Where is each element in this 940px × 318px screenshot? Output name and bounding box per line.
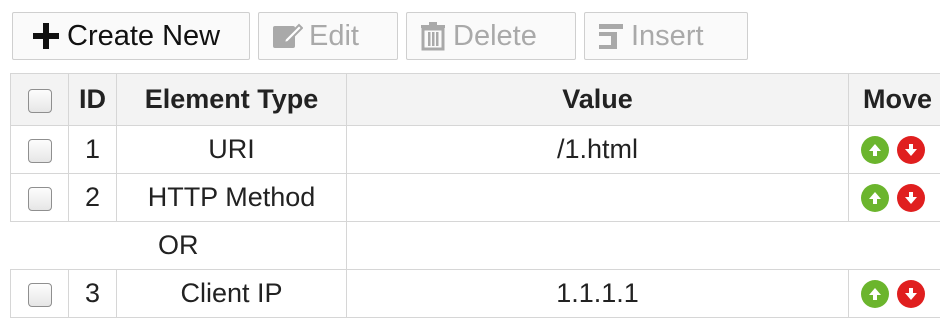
arrow-up-icon[interactable] <box>861 279 889 308</box>
edit-label: Edit <box>309 19 359 52</box>
edit-icon <box>271 21 303 51</box>
row-value <box>346 173 849 222</box>
row-element-type: HTTP Method <box>116 173 347 222</box>
header-move: Move <box>848 73 940 126</box>
row-checkbox[interactable] <box>27 138 52 163</box>
row-checkbox[interactable] <box>27 282 52 307</box>
row-value: /1.html <box>346 125 849 174</box>
table-row[interactable]: 1 URI /1.html <box>10 125 940 174</box>
select-all-checkbox[interactable] <box>27 88 52 113</box>
row-move-cell <box>848 173 940 222</box>
plus-icon <box>31 21 61 51</box>
table-header-row: ID Element Type Value Move <box>10 73 940 126</box>
create-new-label: Create New <box>67 19 221 52</box>
row-move-cell <box>848 269 940 318</box>
header-value[interactable]: Value <box>346 73 849 126</box>
or-separator-row: OR <box>10 221 940 270</box>
row-checkbox-cell <box>10 173 69 222</box>
or-separator-spacer <box>346 221 940 270</box>
row-element-type: Client IP <box>116 269 347 318</box>
row-element-type: URI <box>116 125 347 174</box>
select-all-checkbox-cell <box>10 73 69 126</box>
row-checkbox-cell <box>10 269 69 318</box>
arrow-down-icon[interactable] <box>897 183 925 212</box>
edit-button[interactable]: Edit <box>258 12 398 60</box>
insert-icon <box>597 21 625 51</box>
arrow-up-icon[interactable] <box>861 135 889 164</box>
header-id[interactable]: ID <box>68 73 117 126</box>
row-checkbox[interactable] <box>27 186 52 211</box>
delete-label: Delete <box>453 19 537 52</box>
arrow-down-icon[interactable] <box>897 279 925 308</box>
row-move-cell <box>848 125 940 174</box>
or-separator-label: OR <box>10 221 347 270</box>
arrow-down-icon[interactable] <box>897 135 925 164</box>
delete-button[interactable]: Delete <box>406 12 576 60</box>
create-new-button[interactable]: Create New <box>12 12 250 60</box>
row-id: 2 <box>68 173 117 222</box>
table-row[interactable]: 2 HTTP Method <box>10 173 940 222</box>
elements-table: ID Element Type Value Move 1 URI /1.html… <box>10 73 940 318</box>
row-checkbox-cell <box>10 125 69 174</box>
header-element-type[interactable]: Element Type <box>116 73 347 126</box>
arrow-up-icon[interactable] <box>861 183 889 212</box>
row-id: 1 <box>68 125 117 174</box>
trash-icon <box>419 21 447 51</box>
row-value: 1.1.1.1 <box>346 269 849 318</box>
toolbar: Create New Edit Delete Insert <box>12 12 748 62</box>
row-id: 3 <box>68 269 117 318</box>
insert-label: Insert <box>631 19 704 52</box>
table-row[interactable]: 3 Client IP 1.1.1.1 <box>10 269 940 318</box>
insert-button[interactable]: Insert <box>584 12 748 60</box>
